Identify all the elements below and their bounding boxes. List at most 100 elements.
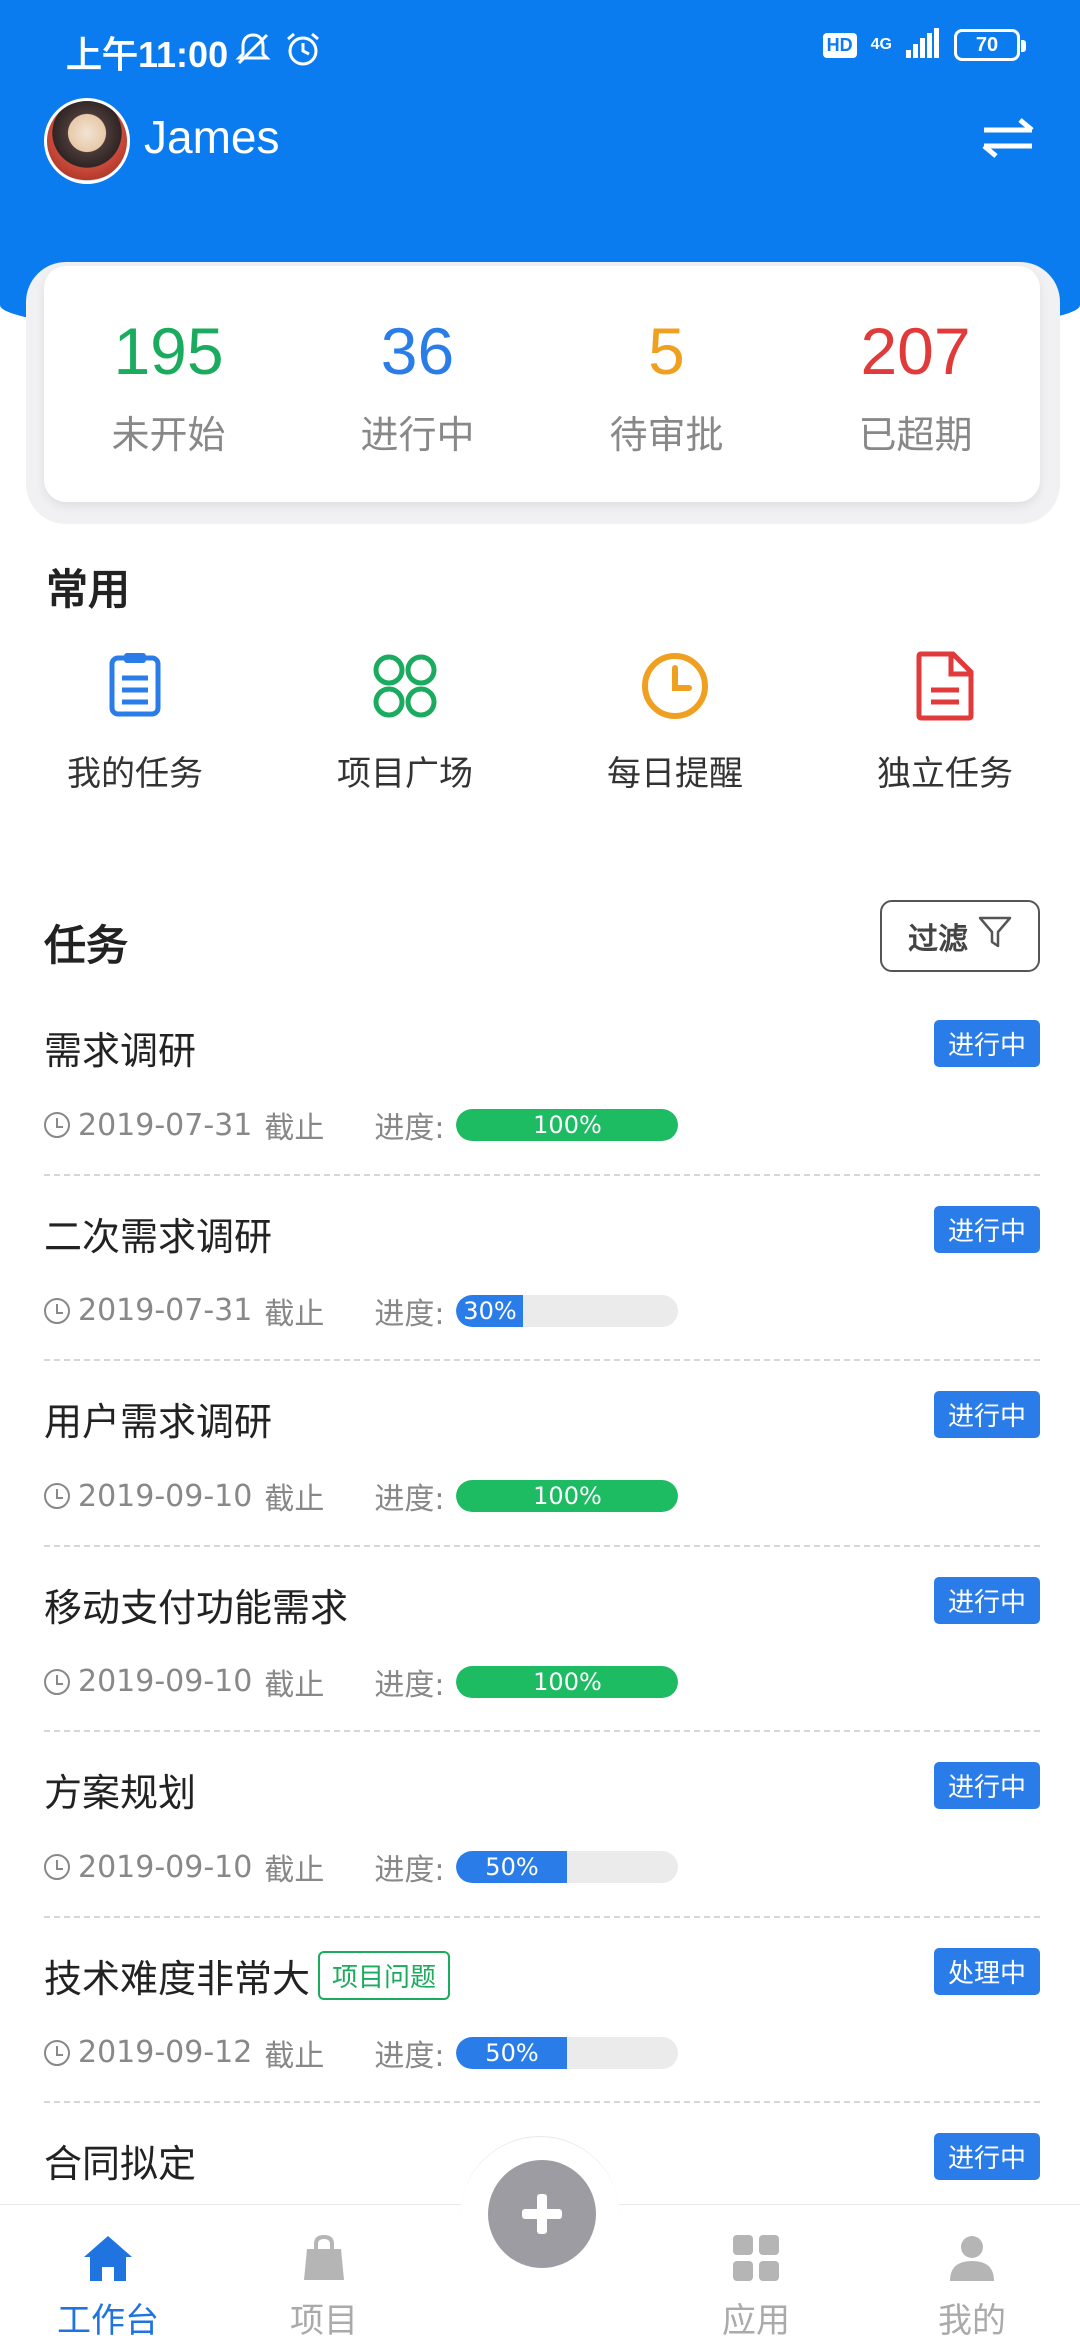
nav-label: 项目: [290, 2301, 358, 2340]
clock-icon: [540, 650, 810, 724]
task-title-wrap: 技术难度非常大 项目问题: [44, 1948, 451, 2003]
stats-card: 195 未开始 36 进行中 5 待审批 207 已超期: [44, 266, 1040, 502]
progress-bar: 100%: [456, 1665, 679, 1698]
progress-bar: 30%: [456, 1294, 679, 1327]
task-title-wrap: 需求调研: [44, 1020, 196, 1075]
home-icon: [0, 2233, 216, 2285]
add-button[interactable]: [488, 2160, 596, 2268]
stat-label: 已超期: [858, 413, 973, 457]
task-title: 需求调研: [44, 1029, 197, 1073]
clock-icon: [44, 1483, 70, 1509]
task-title: 用户需求调研: [44, 1400, 273, 1444]
battery-indicator: 70: [954, 29, 1026, 61]
progress-text: 50%: [485, 1853, 539, 1881]
task-title: 技术难度非常大: [44, 1956, 311, 2001]
task-list: 需求调研 进行中 2019-07-31 截止 进度: 100% 二次需求调研 进行中 2019-…: [44, 990, 1040, 2289]
nav-label: 应用: [722, 2301, 790, 2340]
progress-fill: 100%: [456, 1665, 679, 1698]
task-row[interactable]: 移动支付功能需求 进行中 2019-09-10 截止 进度: 100%: [44, 1547, 1040, 1732]
stat-label: 未开始: [111, 413, 226, 457]
clock-icon: [44, 1297, 70, 1324]
document-icon: [810, 650, 1080, 724]
shortcut-item[interactable]: 每日提醒: [540, 650, 810, 795]
avatar[interactable]: [44, 98, 130, 184]
clock-icon: [44, 1112, 70, 1138]
grid-circles-icon: [270, 650, 540, 724]
filter-button[interactable]: 过滤: [880, 900, 1040, 972]
progress-bar: 50%: [456, 1851, 679, 1883]
stat-value: 195: [113, 314, 224, 388]
shortcut-item[interactable]: 项目广场: [270, 650, 540, 795]
task-deadline: 2019-09-10: [78, 1849, 253, 1885]
clock-icon: [44, 1854, 70, 1880]
task-status-badge: 进行中: [933, 2133, 1040, 2180]
task-status-badge: 进行中: [933, 1205, 1040, 1253]
shortcuts-row: 我的任务 项目广场 每日提醒 独立任务: [0, 650, 1080, 795]
task-tag: 项目问题: [318, 1950, 451, 2000]
nav-item[interactable]: 我的: [864, 2205, 1080, 2340]
deadline-suffix: 截止: [264, 2038, 325, 2074]
progress-bar: 50%: [456, 2036, 679, 2069]
progress-text: 100%: [533, 1111, 602, 1139]
task-deadline: 2019-09-12: [78, 2035, 253, 2070]
progress-fill: 50%: [456, 1851, 568, 1883]
task-row[interactable]: 方案规划 进行中 2019-09-10 截止 进度: 50%: [44, 1732, 1040, 1918]
clock-icon: [44, 2039, 70, 2066]
user-name: James: [144, 111, 280, 163]
stat-item[interactable]: 5 待审批: [542, 266, 791, 502]
stat-item[interactable]: 36 进行中: [293, 266, 542, 502]
stat-item[interactable]: 207 已超期: [791, 266, 1040, 502]
task-deadline: 2019-09-10: [78, 1478, 253, 1514]
task-row[interactable]: 需求调研 进行中 2019-07-31 截止 进度: 100%: [44, 990, 1040, 1176]
clock-icon: [44, 1668, 70, 1695]
task-deadline: 2019-09-10: [78, 1664, 253, 1699]
shortcut-label: 项目广场: [337, 754, 473, 794]
progress-fill: 50%: [456, 2036, 568, 2069]
progress-text: 100%: [533, 1667, 602, 1696]
progress-text: 100%: [533, 1482, 602, 1510]
switch-icon[interactable]: [982, 118, 1034, 162]
progress-fill: 100%: [456, 1480, 679, 1512]
task-title-wrap: 用户需求调研: [44, 1391, 272, 1446]
task-status-badge: 进行中: [933, 1762, 1040, 1809]
task-row[interactable]: 用户需求调研 进行中 2019-09-10 截止 进度: 100%: [44, 1361, 1040, 1547]
progress-label: 进度:: [374, 1111, 445, 1146]
apps-icon: [648, 2233, 864, 2285]
task-title-wrap: 合同拟定: [44, 2133, 196, 2188]
nav-item[interactable]: 应用: [648, 2205, 864, 2340]
progress-label: 进度:: [374, 1482, 445, 1517]
shortcut-item[interactable]: 我的任务: [0, 650, 270, 795]
nav-item[interactable]: 项目: [216, 2205, 432, 2340]
stat-value: 36: [380, 314, 455, 388]
task-title-wrap: 移动支付功能需求: [44, 1577, 348, 1632]
progress-fill: 30%: [456, 1294, 524, 1327]
task-status-badge: 进行中: [933, 1576, 1040, 1624]
task-meta: 2019-07-31 截止 进度: 30%: [44, 1289, 679, 1333]
shortcut-label: 我的任务: [67, 754, 203, 794]
status-bar: 上午11:00 HD 4G 70: [0, 0, 1080, 100]
task-row[interactable]: 技术难度非常大 项目问题 处理中 2019-09-12 截止 进度: 50%: [44, 1918, 1040, 2103]
deadline-suffix: 截止: [264, 1482, 325, 1517]
deadline-suffix: 截止: [264, 1667, 325, 1703]
common-section-title: 常用: [46, 565, 131, 614]
task-meta: 2019-09-12 截止 进度: 50%: [44, 2031, 679, 2075]
clipboard-icon: [0, 650, 270, 724]
tasks-section-title: 任务: [44, 921, 129, 970]
filter-icon: [978, 915, 1012, 957]
person-icon: [864, 2233, 1080, 2285]
nav-item[interactable]: 工作台: [0, 2205, 216, 2340]
bag-icon: [216, 2233, 432, 2285]
task-title: 二次需求调研: [44, 1214, 273, 1259]
shortcut-label: 每日提醒: [607, 754, 743, 794]
shortcut-item[interactable]: 独立任务: [810, 650, 1080, 795]
filter-label: 过滤: [908, 922, 968, 957]
task-title: 移动支付功能需求: [44, 1585, 349, 1630]
task-row[interactable]: 二次需求调研 进行中 2019-07-31 截止 进度: 30%: [44, 1176, 1040, 1361]
shortcut-label: 独立任务: [877, 754, 1013, 794]
stat-item[interactable]: 195 未开始: [44, 266, 293, 502]
status-time: 上午11:00: [66, 34, 229, 75]
progress-bar: 100%: [456, 1480, 679, 1512]
nav-label: 我的: [938, 2301, 1006, 2340]
deadline-suffix: 截止: [264, 1296, 325, 1332]
stat-label: 待审批: [609, 413, 724, 457]
